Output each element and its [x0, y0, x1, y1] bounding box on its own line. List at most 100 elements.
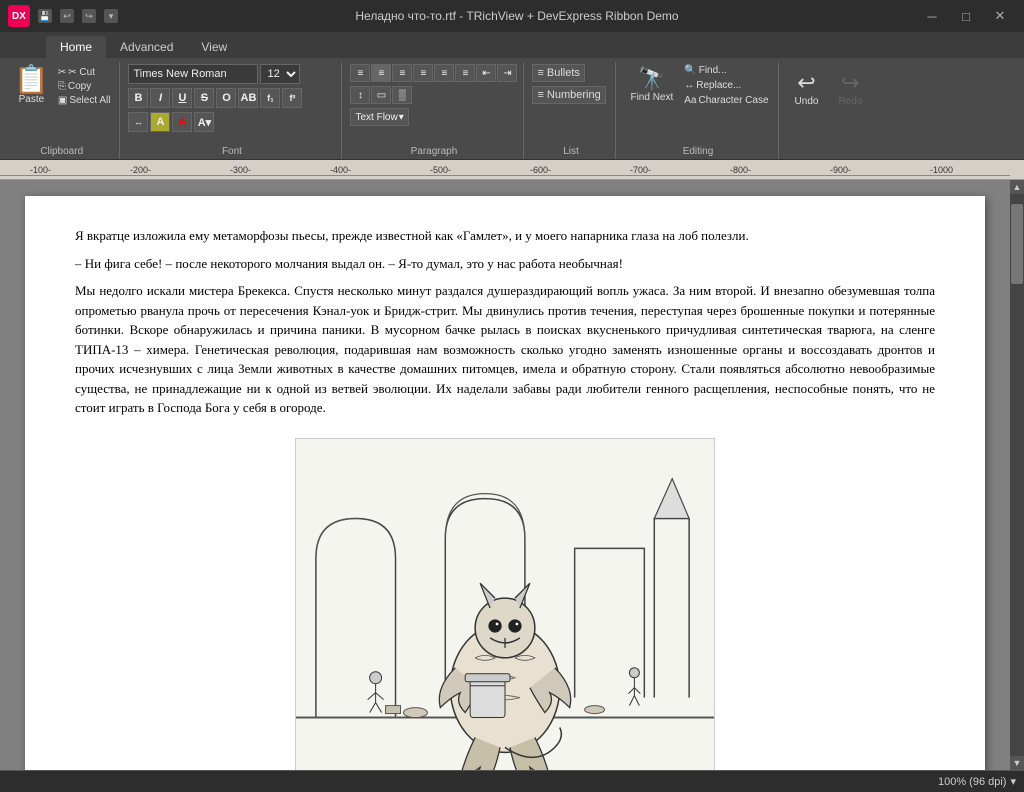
maximize-button[interactable]: □ [950, 0, 982, 32]
minimize-button[interactable]: ─ [916, 0, 948, 32]
svg-text:-400-: -400- [330, 165, 351, 175]
redo-quick-button[interactable]: ↪ [82, 9, 96, 23]
title-bar-left: DX 💾 ↩ ↪ ▾ [8, 5, 118, 27]
svg-text:-500-: -500- [430, 165, 451, 175]
find-next-button[interactable]: 🔭 Find Next [624, 64, 679, 107]
svg-text:-900-: -900- [830, 165, 851, 175]
font-row1: 12101416 [128, 64, 300, 84]
indent-left-button[interactable]: ⇤ [476, 64, 496, 82]
bullets-button[interactable]: ≡ Bullets [532, 64, 584, 82]
svg-text:-800-: -800- [730, 165, 751, 175]
character-case-icon: Aa [684, 95, 696, 106]
redo-label: Redo [838, 96, 862, 107]
document-text: Я вкратце изложила ему метаморфозы пьесы… [75, 226, 935, 418]
font-row2: B I U S O AB f₁ f² [128, 88, 302, 108]
svg-text:-1000: -1000 [930, 165, 953, 175]
clipboard-content: 📋 Paste ✂ ✂ Cut ⎘ Copy ▣ Select All [10, 64, 113, 159]
color-button[interactable]: A [172, 112, 192, 132]
character-case-button[interactable]: Aa Character Case [681, 94, 771, 107]
paragraph-1: Я вкратце изложила ему метаморфозы пьесы… [75, 226, 935, 246]
tab-view[interactable]: View [187, 36, 241, 58]
paragraph-3: Мы недолго искали мистера Брекекса. Спус… [75, 281, 935, 418]
tab-advanced[interactable]: Advanced [106, 36, 187, 58]
rtl-button[interactable]: ↔ [128, 112, 148, 132]
cut-icon: ✂ [58, 67, 66, 78]
subscript-button[interactable]: f₁ [260, 88, 280, 108]
title-bar: DX 💾 ↩ ↪ ▾ Неладно что-то.rtf - TRichVie… [0, 0, 1024, 32]
align-right-button[interactable]: ≡ [392, 64, 412, 82]
scroll-thumb[interactable] [1011, 204, 1023, 284]
undo-icon: ↩ [797, 70, 815, 96]
copy-button[interactable]: ⎘ Copy [55, 80, 114, 93]
find-label: Find... [699, 65, 727, 76]
ribbon-group-editing: 🔭 Find Next 🔍 Find... ↔ Replace... Aa Ch… [618, 62, 778, 159]
align-center-button[interactable]: ≡ [371, 64, 391, 82]
replace-label: Replace... [696, 80, 741, 91]
textflow-label: Text Flow [355, 112, 397, 123]
svg-text:-200-: -200- [130, 165, 151, 175]
font-name-input[interactable] [128, 64, 258, 84]
main-area: -100- -200- -300- -400- -500- -600- -700… [0, 160, 1024, 770]
ribbon-group-font: 12101416 B I U S O AB f₁ f² ↔ A A A▾ Fon… [122, 62, 342, 159]
para-align-row: ≡ ≡ ≡ ≡ ≡ ≡ ⇤ ⇥ [350, 64, 517, 82]
replace-button[interactable]: ↔ Replace... [681, 79, 771, 92]
bold-button[interactable]: B [128, 88, 148, 108]
svg-text:-700-: -700- [630, 165, 651, 175]
window-title: Неладно что-то.rtf - TRichView + DevExpr… [355, 9, 678, 23]
numbering-icon: ≡ [537, 89, 543, 101]
find-button[interactable]: 🔍 Find... [681, 64, 771, 77]
save-button[interactable]: 💾 [38, 9, 52, 23]
ribbon-tabs: Home Advanced View [0, 32, 1024, 58]
allcaps-button[interactable]: AB [238, 88, 258, 108]
window-controls: ─ □ ✕ [916, 0, 1016, 32]
cut-button[interactable]: ✂ ✂ Cut [55, 66, 114, 79]
numbering-button[interactable]: ≡ Numbering [532, 86, 605, 104]
outline-button[interactable]: O [216, 88, 236, 108]
redo-icon: ↪ [841, 70, 859, 96]
para-group-label: Paragraph [344, 146, 523, 157]
bullets-icon: ≡ [537, 67, 543, 79]
scroll-down-button[interactable]: ▼ [1010, 756, 1024, 770]
undo-button[interactable]: ↩ Undo [787, 68, 827, 109]
redo-button[interactable]: ↪ Redo [830, 68, 870, 109]
ribbon-group-paragraph: ≡ ≡ ≡ ≡ ≡ ≡ ⇤ ⇥ ↕ ▭ ▒ Text Flow ▾ Paragr… [344, 62, 524, 159]
superscript-button[interactable]: f² [282, 88, 302, 108]
tab-home[interactable]: Home [46, 36, 106, 58]
indent-right-button[interactable]: ⇥ [497, 64, 517, 82]
scroll-track[interactable] [1010, 194, 1024, 756]
font-row3: ↔ A A A▾ [128, 112, 214, 132]
underline-button[interactable]: U [172, 88, 192, 108]
vertical-scrollbar[interactable]: ▲ ▼ [1010, 180, 1024, 770]
font-size-select[interactable]: 12101416 [260, 64, 300, 84]
font-group-label: Font [122, 146, 341, 157]
strikethrough-button[interactable]: S [194, 88, 214, 108]
undo-quick-button[interactable]: ↩ [60, 9, 74, 23]
border-button[interactable]: ▭ [371, 86, 391, 104]
document-image-container [75, 438, 935, 771]
editing-content: 🔭 Find Next 🔍 Find... ↔ Replace... Aa Ch… [624, 64, 771, 159]
para-spacing-button[interactable]: ↕ [350, 86, 370, 104]
shading-button[interactable]: ▒ [392, 86, 412, 104]
close-button[interactable]: ✕ [984, 0, 1016, 32]
dx-logo: DX [8, 5, 30, 27]
zoom-label: 100% (96 dpi) [938, 776, 1007, 788]
align-left-button[interactable]: ≡ [350, 64, 370, 82]
undo-content: ↩ Undo ↪ Redo [787, 64, 875, 159]
italic-button[interactable]: I [150, 88, 170, 108]
document-scroll[interactable]: Я вкратце изложила ему метаморфозы пьесы… [0, 180, 1010, 770]
align-justify-button[interactable]: ≡ [413, 64, 433, 82]
scroll-up-button[interactable]: ▲ [1010, 180, 1024, 194]
align-thai-button[interactable]: ≡ [455, 64, 475, 82]
more-quick-button[interactable]: ▾ [104, 9, 118, 23]
numbering-label: Numbering [547, 89, 601, 101]
textflow-dropdown[interactable]: Text Flow ▾ [350, 108, 408, 126]
highlight-button[interactable]: A [150, 112, 170, 132]
character-case-label: Character Case [699, 95, 769, 106]
font-content: 12101416 B I U S O AB f₁ f² ↔ A A A▾ [128, 64, 335, 159]
paste-button[interactable]: 📋 Paste [10, 64, 53, 107]
copy-icon: ⎘ [58, 81, 66, 92]
select-all-button[interactable]: ▣ Select All [55, 94, 114, 107]
text-color-button[interactable]: A▾ [194, 112, 214, 132]
zoom-dropdown-icon[interactable]: ▾ [1010, 775, 1016, 788]
align-dist-button[interactable]: ≡ [434, 64, 454, 82]
